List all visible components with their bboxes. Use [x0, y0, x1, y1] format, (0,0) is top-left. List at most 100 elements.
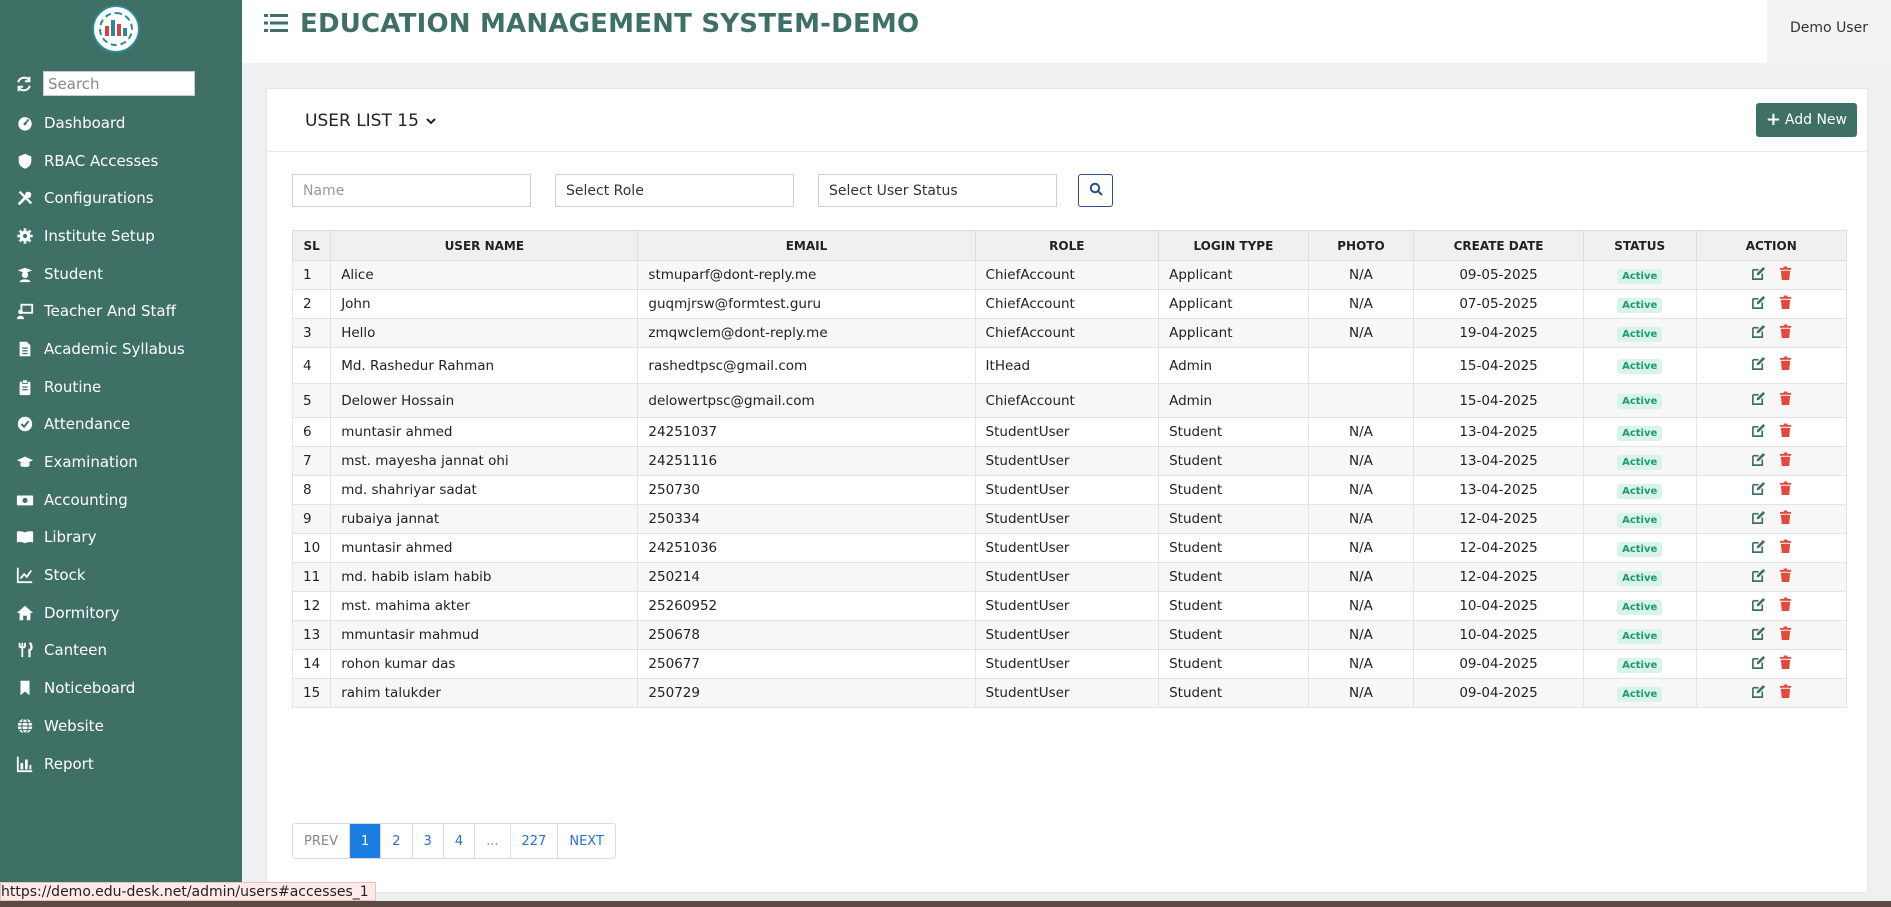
cell-role: StudentUser: [974, 620, 1160, 650]
delete-icon[interactable]: [1779, 626, 1792, 645]
cell-sl: 14: [291, 649, 332, 679]
delete-icon[interactable]: [1779, 391, 1792, 410]
delete-icon[interactable]: [1779, 539, 1792, 558]
sidebar-item-student[interactable]: Student: [0, 255, 242, 293]
page-ellipsis[interactable]: ...: [475, 824, 511, 858]
sidebar-item-examination[interactable]: Examination: [0, 443, 242, 481]
cell-sl: 15: [291, 678, 332, 708]
edit-icon[interactable]: [1751, 295, 1766, 314]
user-menu[interactable]: Demo User: [1767, 0, 1891, 63]
col-photo[interactable]: PHOTO: [1307, 230, 1415, 261]
col-status[interactable]: STATUS: [1582, 230, 1697, 261]
edit-icon[interactable]: [1751, 568, 1766, 587]
clipboard-icon: [15, 377, 35, 397]
edit-icon[interactable]: [1751, 266, 1766, 285]
cell-role: ChiefAccount: [974, 318, 1160, 348]
sidebar-item-academic-syllabus[interactable]: Academic Syllabus: [0, 330, 242, 368]
cell-login-type: Student: [1158, 562, 1309, 592]
edit-icon[interactable]: [1751, 539, 1766, 558]
delete-icon[interactable]: [1779, 423, 1792, 442]
col-login-type[interactable]: LOGIN TYPE: [1158, 230, 1309, 261]
col-role[interactable]: ROLE: [974, 230, 1160, 261]
delete-icon[interactable]: [1779, 510, 1792, 529]
delete-icon[interactable]: [1779, 452, 1792, 471]
sidebar-item-rbac-accesses[interactable]: RBAC Accesses: [0, 142, 242, 180]
sidebar-item-stock[interactable]: Stock: [0, 556, 242, 594]
edit-icon[interactable]: [1751, 597, 1766, 616]
edit-icon[interactable]: [1751, 356, 1766, 375]
page-button-4[interactable]: 4: [444, 824, 476, 858]
cell-create-date: 12-04-2025: [1413, 504, 1584, 534]
cell-user-name: mst. mayesha jannat ohi: [330, 446, 639, 476]
menu-list-icon[interactable]: [264, 13, 288, 33]
delete-icon[interactable]: [1779, 655, 1792, 674]
sidebar-item-dormitory[interactable]: Dormitory: [0, 594, 242, 632]
delete-icon[interactable]: [1779, 597, 1792, 616]
institute-logo[interactable]: [92, 5, 140, 53]
sidebar-item-routine[interactable]: Routine: [0, 368, 242, 406]
sidebar-item-dashboard[interactable]: Dashboard: [0, 104, 242, 142]
delete-icon[interactable]: [1779, 568, 1792, 587]
cell-action: [1695, 504, 1848, 534]
cell-login-type: Applicant: [1158, 318, 1309, 348]
status-badge: Active: [1617, 268, 1663, 284]
user-list-dropdown[interactable]: USER LIST 15: [305, 111, 437, 131]
col-email[interactable]: EMAIL: [637, 230, 976, 261]
cell-photo: N/A: [1307, 678, 1415, 708]
cell-action: [1695, 318, 1848, 348]
sidebar-item-report[interactable]: Report: [0, 745, 242, 783]
sidebar-item-attendance[interactable]: Attendance: [0, 406, 242, 444]
sidebar-item-accounting[interactable]: Accounting: [0, 481, 242, 519]
delete-icon[interactable]: [1779, 481, 1792, 500]
col-sl[interactable]: SL: [291, 230, 332, 261]
gear-icon: [15, 226, 35, 246]
sidebar-item-institute-setup[interactable]: Institute Setup: [0, 217, 242, 255]
next-page-button[interactable]: NEXT: [558, 824, 615, 858]
edit-icon[interactable]: [1751, 626, 1766, 645]
refresh-icon[interactable]: [14, 74, 34, 94]
sidebar-item-canteen[interactable]: Canteen: [0, 632, 242, 670]
sidebar-search-input[interactable]: [43, 71, 195, 96]
sidebar-item-label: Website: [44, 716, 104, 735]
delete-icon[interactable]: [1779, 324, 1792, 343]
sidebar-item-configurations[interactable]: Configurations: [0, 179, 242, 217]
delete-icon[interactable]: [1779, 266, 1792, 285]
delete-icon[interactable]: [1779, 295, 1792, 314]
edit-icon[interactable]: [1751, 391, 1766, 410]
table-row: 11 md. habib islam habib 250214 StudentUser…: [291, 562, 1848, 592]
cell-status: Active: [1582, 260, 1697, 290]
prev-page-button[interactable]: PREV: [293, 824, 350, 858]
sidebar-item-website[interactable]: Website: [0, 707, 242, 745]
role-select[interactable]: Select Role: [555, 174, 794, 207]
user-status-select[interactable]: Select User Status: [818, 174, 1057, 207]
page-button-227[interactable]: 227: [511, 824, 559, 858]
name-filter-input[interactable]: Name: [292, 174, 531, 207]
status-badge: Active: [1617, 454, 1663, 470]
page-button-1[interactable]: 1: [349, 824, 382, 858]
col-create-date[interactable]: CREATE DATE: [1413, 230, 1584, 261]
col-user-name[interactable]: USER NAME: [330, 230, 639, 261]
cell-user-name: mmuntasir mahmud: [330, 620, 639, 650]
cell-email: 250729: [637, 678, 976, 708]
edit-icon[interactable]: [1751, 423, 1766, 442]
shield-icon: [15, 151, 35, 171]
cell-action: [1695, 446, 1848, 476]
sidebar-item-teacher-and-staff[interactable]: Teacher And Staff: [0, 292, 242, 330]
cell-login-type: Student: [1158, 649, 1309, 679]
delete-icon[interactable]: [1779, 356, 1792, 375]
edit-icon[interactable]: [1751, 684, 1766, 703]
page-button-2[interactable]: 2: [381, 824, 413, 858]
add-new-button[interactable]: + Add New: [1755, 103, 1857, 137]
edit-icon[interactable]: [1751, 510, 1766, 529]
page-button-3[interactable]: 3: [413, 824, 444, 858]
edit-icon[interactable]: [1751, 452, 1766, 471]
sidebar-item-noticeboard[interactable]: Noticeboard: [0, 669, 242, 707]
edit-icon[interactable]: [1751, 481, 1766, 500]
cell-sl: 11: [291, 562, 332, 592]
edit-icon[interactable]: [1751, 324, 1766, 343]
edit-icon[interactable]: [1751, 655, 1766, 674]
delete-icon[interactable]: [1779, 684, 1792, 703]
sidebar-item-library[interactable]: Library: [0, 519, 242, 557]
search-button[interactable]: [1078, 174, 1113, 207]
tools-icon: [15, 188, 35, 208]
